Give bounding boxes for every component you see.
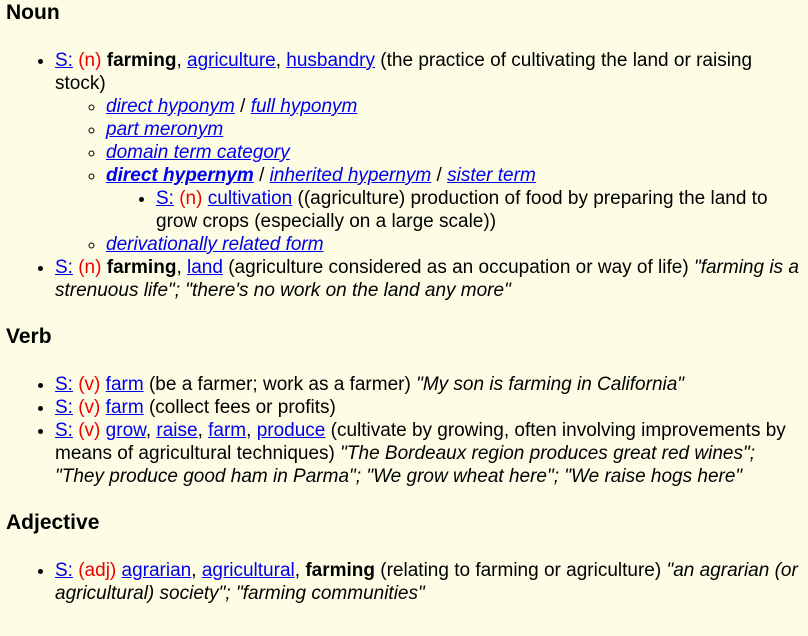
examples: "My son is farming in California"	[416, 374, 685, 395]
separator: ,	[191, 560, 197, 581]
noun-heading: Noun	[6, 1, 60, 24]
domain-term-category-link[interactable]: domain term category	[106, 142, 290, 163]
noun-sense-2: S: (n) farming, land (agriculture consid…	[55, 256, 802, 302]
head-word: farming	[106, 257, 177, 278]
full-hyponym-link[interactable]: full hyponym	[251, 96, 358, 117]
separator: ,	[275, 50, 281, 71]
relation-item: derivationally related form	[106, 233, 802, 256]
separator: ,	[145, 420, 152, 441]
pos-tag: (adj)	[78, 560, 117, 581]
sense-link[interactable]: S:	[55, 374, 73, 395]
separator: ,	[246, 420, 252, 441]
adjective-heading: Adjective	[6, 511, 100, 534]
separator: ,	[197, 420, 203, 441]
gloss: (agriculture considered as an occupation…	[228, 257, 689, 278]
direct-hyponym-link[interactable]: direct hyponym	[106, 96, 235, 117]
sense-link[interactable]: S:	[55, 420, 73, 441]
inherited-hypernym-link[interactable]: inherited hypernym	[270, 165, 432, 186]
direct-hypernym-link[interactable]: direct hypernym	[106, 165, 254, 186]
separator: ,	[176, 257, 182, 278]
relations-list: direct hyponym / full hyponym part meron…	[55, 95, 802, 256]
gloss: (collect fees or profits)	[148, 397, 336, 418]
sense-link[interactable]: S:	[55, 257, 73, 278]
relation-item: direct hypernym / inherited hypernym / s…	[106, 164, 802, 233]
noun-senses-list: S: (n) farming, agriculture, husbandry (…	[6, 49, 802, 302]
word-link-raise[interactable]: raise	[156, 420, 197, 441]
noun-sense-1: S: (n) farming, agriculture, husbandry (…	[55, 49, 802, 256]
pos-tag: (v)	[78, 420, 101, 441]
separator: /	[259, 165, 265, 186]
derivationally-related-form-link[interactable]: derivationally related form	[106, 234, 324, 255]
hypernym-item: S: (n) cultivation ((agriculture) produc…	[156, 187, 802, 233]
word-link-produce[interactable]: produce	[257, 420, 326, 441]
verb-senses-list: S: (v) farm (be a farmer; work as a farm…	[6, 373, 802, 488]
gloss: (be a farmer; work as a farmer)	[148, 374, 411, 395]
synonym-link-land[interactable]: land	[187, 257, 223, 278]
pos-tag: (n)	[78, 50, 102, 71]
hypernym-list: S: (n) cultivation ((agriculture) produc…	[106, 187, 802, 233]
sense-link[interactable]: S:	[55, 50, 73, 71]
verb-sense-3: S: (v) grow, raise, farm, produce (culti…	[55, 419, 802, 488]
pos-tag: (n)	[78, 257, 102, 278]
gloss: (relating to farming or agriculture)	[380, 560, 662, 581]
sense-link[interactable]: S:	[156, 188, 174, 209]
relation-item: domain term category	[106, 141, 802, 164]
wordnet-results: Noun S: (n) farming, agriculture, husban…	[0, 0, 808, 605]
relation-item: part meronym	[106, 118, 802, 141]
adjective-senses-list: S: (adj) agrarian, agricultural, farming…	[6, 559, 802, 605]
verb-sense-2: S: (v) farm (collect fees or profits)	[55, 396, 802, 419]
relation-item: direct hyponym / full hyponym	[106, 95, 802, 118]
word-link-grow[interactable]: grow	[106, 420, 146, 441]
sister-term-link[interactable]: sister term	[447, 165, 536, 186]
separator: /	[436, 165, 442, 186]
word-link-cultivation[interactable]: cultivation	[208, 188, 293, 209]
separator: ,	[176, 50, 182, 71]
word-link-farm[interactable]: farm	[106, 397, 144, 418]
sense-link[interactable]: S:	[55, 397, 73, 418]
separator: ,	[294, 560, 301, 581]
head-word: farming	[305, 560, 375, 581]
synonym-link-agriculture[interactable]: agriculture	[187, 50, 276, 71]
synonym-link-husbandry[interactable]: husbandry	[286, 50, 375, 71]
word-link-farm[interactable]: farm	[208, 420, 246, 441]
word-link-agrarian[interactable]: agrarian	[122, 560, 192, 581]
pos-tag: (n)	[179, 188, 203, 209]
separator: /	[240, 96, 246, 117]
verb-sense-1: S: (v) farm (be a farmer; work as a farm…	[55, 373, 802, 396]
adjective-sense-1: S: (adj) agrarian, agricultural, farming…	[55, 559, 802, 605]
pos-tag: (v)	[78, 397, 101, 418]
verb-heading: Verb	[6, 325, 52, 348]
pos-tag: (v)	[78, 374, 101, 395]
sense-link[interactable]: S:	[55, 560, 73, 581]
word-link-farm[interactable]: farm	[106, 374, 144, 395]
word-link-agricultural[interactable]: agricultural	[202, 560, 295, 581]
head-word: farming	[106, 50, 177, 71]
part-meronym-link[interactable]: part meronym	[106, 119, 223, 140]
